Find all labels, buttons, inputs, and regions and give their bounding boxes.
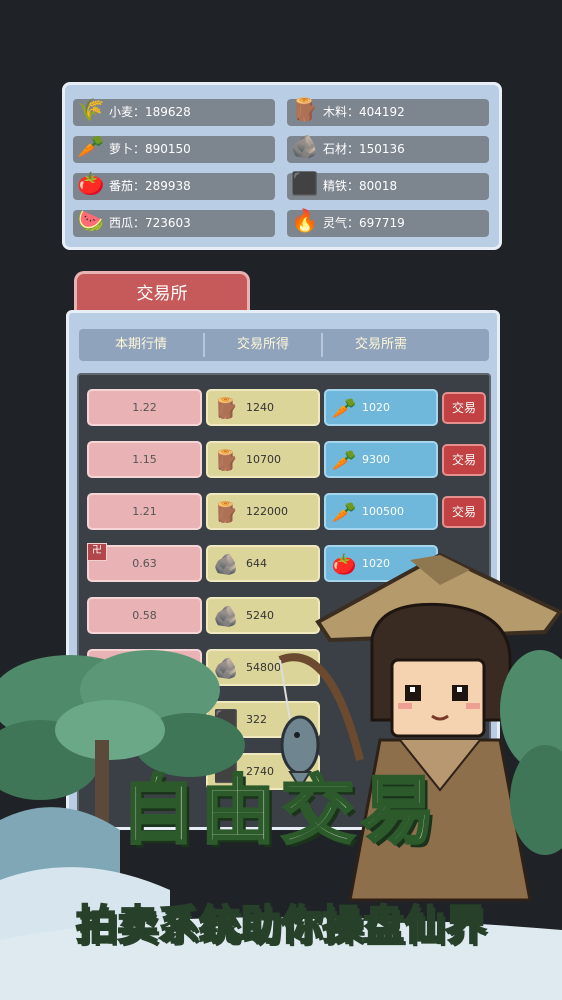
- trade-button[interactable]: 交易: [442, 444, 486, 476]
- cost-cell: 🥕 1020: [324, 389, 438, 426]
- cost-cell: 🥕 100500: [324, 493, 438, 530]
- gain-cell: 🪨 54800: [206, 649, 320, 686]
- wheat-icon: 🌾: [77, 98, 105, 123]
- gain-amount: 10700: [246, 453, 281, 466]
- resource-label: 灵气：697719: [323, 216, 405, 230]
- trade-button[interactable]: 交易: [442, 392, 486, 424]
- resource-wheat: 🌾 小麦：189628: [73, 98, 275, 126]
- market-rate: 1.15: [87, 441, 202, 478]
- gain-amount: 5240: [246, 609, 274, 622]
- carrot-icon: 🥕: [331, 396, 357, 420]
- lucky-badge-icon: 卍: [87, 543, 107, 561]
- promo-title: 自由交易: [120, 767, 441, 856]
- resource-label: 精铁：80018: [323, 179, 398, 193]
- iron-icon: ⬛: [291, 172, 319, 197]
- market-rate: 1.21: [87, 493, 202, 530]
- resource-wood: 🪵 木料：404192: [287, 98, 489, 126]
- gain-cell: 🪵 1240: [206, 389, 320, 426]
- cost-amount: 1020: [362, 401, 390, 414]
- gain-cell: 🪨 5240: [206, 597, 320, 634]
- resource-label: 萝卜：890150: [109, 142, 191, 156]
- iron-icon: ⬛: [213, 708, 239, 732]
- exchange-panel: 本期行情 交易所得 交易所需 1.22 🪵 1240 🥕 1020 交易 1.15 …: [66, 310, 500, 830]
- column-header-cost: 交易所需: [354, 337, 407, 352]
- stone-icon: 🪨: [213, 552, 239, 576]
- gain-amount: 122000: [246, 505, 288, 518]
- gain-amount: 54800: [246, 661, 281, 674]
- wood-icon: 🪵: [291, 98, 319, 123]
- stone-icon: 🪨: [291, 135, 319, 160]
- gain-cell: 🪨 644: [206, 545, 320, 582]
- stone-icon: 🪨: [213, 656, 239, 680]
- spirit-flame-icon: 🔥: [291, 209, 319, 234]
- rate-value: 0.63: [132, 557, 157, 570]
- cost-amount: 9300: [362, 453, 390, 466]
- column-header-market: 本期行情: [114, 337, 167, 352]
- promo-subtitle-highlight: 操盘仙界: [321, 900, 487, 950]
- cost-cell: 🍅 1020: [324, 545, 438, 582]
- column-header-bar: 本期行情 交易所得 交易所需: [79, 329, 489, 361]
- gain-amount: 644: [246, 557, 267, 570]
- column-header-gain: 交易所得: [236, 337, 289, 352]
- trade-button[interactable]: 交易: [442, 496, 486, 528]
- cost-cell: 🥕 9300: [324, 441, 438, 478]
- gain-cell: ⬛ 322: [206, 701, 320, 738]
- resource-iron: ⬛ 精铁：80018: [287, 172, 489, 200]
- resource-label: 木料：404192: [323, 105, 405, 119]
- market-rate: 卍 0.63: [87, 543, 202, 582]
- resource-label: 番茄：289938: [109, 179, 191, 193]
- wood-icon: 🪵: [213, 396, 239, 420]
- resource-label: 石材：150136: [323, 142, 405, 156]
- tomato-icon: 🍅: [331, 552, 357, 576]
- wood-icon: 🪵: [213, 500, 239, 524]
- gain-amount: 322: [246, 713, 267, 726]
- resource-label: 西瓜：723603: [109, 216, 191, 230]
- resource-stone: 🪨 石材：150136: [287, 135, 489, 163]
- watermelon-icon: 🍉: [77, 209, 105, 234]
- stone-icon: 🪨: [213, 604, 239, 628]
- market-rate: 0.59: [87, 649, 202, 686]
- gain-amount: 1240: [246, 401, 274, 414]
- resource-panel: 🌾 小麦：189628 🪵 木料：404192 🥕 萝卜：890150 🪨 石材：150…: [62, 82, 502, 250]
- resource-spirit: 🔥 灵气：697719: [287, 209, 489, 237]
- carrot-icon: 🥕: [331, 500, 357, 524]
- cost-amount: 100500: [362, 505, 404, 518]
- promo-subtitle-part: 拍卖系统助你: [75, 900, 323, 950]
- carrot-icon: 🥕: [77, 135, 105, 160]
- wood-icon: 🪵: [213, 448, 239, 472]
- promo-subtitle: 拍卖系统助你操盘仙界: [0, 890, 562, 960]
- resource-tomato: 🍅 番茄：289938: [73, 172, 275, 200]
- tomato-icon: 🍅: [77, 172, 105, 197]
- gain-cell: 🪵 122000: [206, 493, 320, 530]
- trade-list[interactable]: 1.22 🪵 1240 🥕 1020 交易 1.15 🪵 10700 🥕 9300 交易…: [77, 373, 491, 827]
- tab-exchange[interactable]: 交易所: [74, 271, 250, 313]
- cost-amount: 1020: [362, 557, 390, 570]
- market-rate: 0.58: [87, 597, 202, 634]
- carrot-icon: 🥕: [331, 448, 357, 472]
- market-rate: 1.22: [87, 389, 202, 426]
- resource-carrot: 🥕 萝卜：890150: [73, 135, 275, 163]
- resource-label: 小麦：189628: [109, 105, 191, 119]
- resource-watermelon: 🍉 西瓜：723603: [73, 209, 275, 237]
- gain-cell: 🪵 10700: [206, 441, 320, 478]
